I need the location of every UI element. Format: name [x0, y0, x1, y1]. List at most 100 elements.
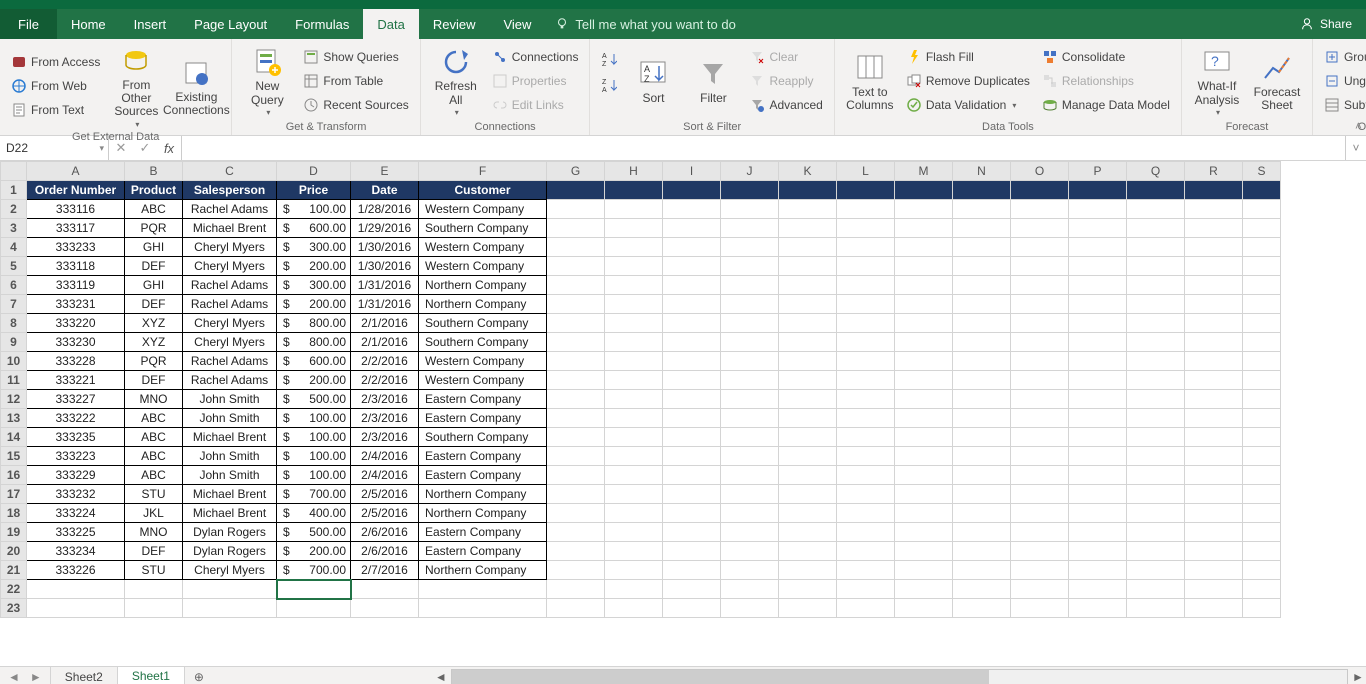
cell[interactable]	[837, 200, 895, 219]
cell[interactable]	[547, 295, 605, 314]
cell[interactable]: Northern Company	[419, 561, 547, 580]
cell[interactable]	[605, 504, 663, 523]
cell[interactable]: Western Company	[419, 238, 547, 257]
cell[interactable]	[895, 371, 953, 390]
cell[interactable]: Dylan Rogers	[183, 542, 277, 561]
cell[interactable]: 333117	[27, 219, 125, 238]
table-header-cell[interactable]: Customer	[419, 181, 547, 200]
cell[interactable]	[895, 485, 953, 504]
cell[interactable]	[953, 181, 1011, 200]
cell[interactable]	[779, 238, 837, 257]
row-header-14[interactable]: 14	[1, 428, 27, 447]
from-access-button[interactable]: From Access	[8, 51, 103, 73]
cell[interactable]: ABC	[125, 409, 183, 428]
cell[interactable]: Dylan Rogers	[183, 523, 277, 542]
cell[interactable]	[663, 238, 721, 257]
cell[interactable]	[1127, 181, 1185, 200]
select-all-cell[interactable]	[1, 162, 27, 181]
cell[interactable]: Cheryl Myers	[183, 238, 277, 257]
col-header-D[interactable]: D	[277, 162, 351, 181]
cell[interactable]: 1/30/2016	[351, 238, 419, 257]
cell[interactable]	[953, 523, 1011, 542]
cell[interactable]	[721, 542, 779, 561]
table-header-cell[interactable]: Order Number	[27, 181, 125, 200]
cell[interactable]	[663, 561, 721, 580]
cell[interactable]	[1243, 295, 1281, 314]
cell[interactable]	[895, 504, 953, 523]
cell[interactable]	[837, 257, 895, 276]
cell[interactable]: $300.00	[277, 238, 351, 257]
cell[interactable]	[663, 352, 721, 371]
cell[interactable]	[605, 352, 663, 371]
cell[interactable]: Rachel Adams	[183, 352, 277, 371]
cell[interactable]: GHI	[125, 238, 183, 257]
cell[interactable]: 333231	[27, 295, 125, 314]
col-header-K[interactable]: K	[779, 162, 837, 181]
cell[interactable]	[663, 295, 721, 314]
cell[interactable]	[663, 390, 721, 409]
cell[interactable]	[1185, 390, 1243, 409]
cell[interactable]	[721, 580, 779, 599]
cell[interactable]: ABC	[125, 447, 183, 466]
cell[interactable]	[1243, 181, 1281, 200]
show-queries-button[interactable]: Show Queries	[300, 46, 411, 68]
cell[interactable]	[895, 466, 953, 485]
cell[interactable]	[605, 409, 663, 428]
cell[interactable]	[1185, 219, 1243, 238]
cell[interactable]	[27, 599, 125, 618]
cell[interactable]: $800.00	[277, 333, 351, 352]
cell[interactable]: PQR	[125, 219, 183, 238]
cell[interactable]: PQR	[125, 352, 183, 371]
cell[interactable]	[953, 561, 1011, 580]
cell[interactable]	[1243, 333, 1281, 352]
cell[interactable]	[547, 561, 605, 580]
cell[interactable]	[605, 314, 663, 333]
cell[interactable]	[721, 181, 779, 200]
cell[interactable]	[837, 428, 895, 447]
tab-view[interactable]: View	[489, 9, 545, 39]
cell[interactable]: Western Company	[419, 352, 547, 371]
cell[interactable]	[1243, 580, 1281, 599]
cell[interactable]: 2/1/2016	[351, 333, 419, 352]
ungroup-button[interactable]: Ungroup	[1321, 70, 1366, 92]
cell[interactable]	[547, 333, 605, 352]
cell[interactable]: $600.00	[277, 219, 351, 238]
cell[interactable]	[663, 580, 721, 599]
table-header-cell[interactable]: Price	[277, 181, 351, 200]
row-header-11[interactable]: 11	[1, 371, 27, 390]
cell[interactable]	[1127, 390, 1185, 409]
col-header-S[interactable]: S	[1243, 162, 1281, 181]
cell[interactable]: ABC	[125, 466, 183, 485]
cell[interactable]	[1127, 561, 1185, 580]
col-header-R[interactable]: R	[1185, 162, 1243, 181]
cell[interactable]	[1069, 466, 1127, 485]
cell[interactable]: XYZ	[125, 314, 183, 333]
manage-data-model-button[interactable]: Manage Data Model	[1039, 94, 1173, 116]
cell[interactable]	[1185, 428, 1243, 447]
cell[interactable]	[895, 599, 953, 618]
cell[interactable]	[1011, 333, 1069, 352]
cell[interactable]	[1185, 200, 1243, 219]
row-header-3[interactable]: 3	[1, 219, 27, 238]
cell[interactable]	[605, 200, 663, 219]
cell[interactable]: STU	[125, 561, 183, 580]
cell[interactable]: MNO	[125, 523, 183, 542]
cell[interactable]	[663, 485, 721, 504]
cell[interactable]	[663, 599, 721, 618]
cell[interactable]	[953, 219, 1011, 238]
cell[interactable]: DEF	[125, 371, 183, 390]
cell[interactable]	[1069, 371, 1127, 390]
cell[interactable]: $400.00	[277, 504, 351, 523]
expand-formula-bar[interactable]: ˅	[1345, 136, 1366, 160]
cell[interactable]	[605, 523, 663, 542]
cell[interactable]: Michael Brent	[183, 485, 277, 504]
cell[interactable]	[779, 295, 837, 314]
cell[interactable]: JKL	[125, 504, 183, 523]
cell[interactable]	[1127, 580, 1185, 599]
cell[interactable]	[779, 466, 837, 485]
cell[interactable]: 333221	[27, 371, 125, 390]
cell[interactable]	[1243, 276, 1281, 295]
row-header-2[interactable]: 2	[1, 200, 27, 219]
cell[interactable]	[1243, 504, 1281, 523]
cell[interactable]: 2/6/2016	[351, 542, 419, 561]
